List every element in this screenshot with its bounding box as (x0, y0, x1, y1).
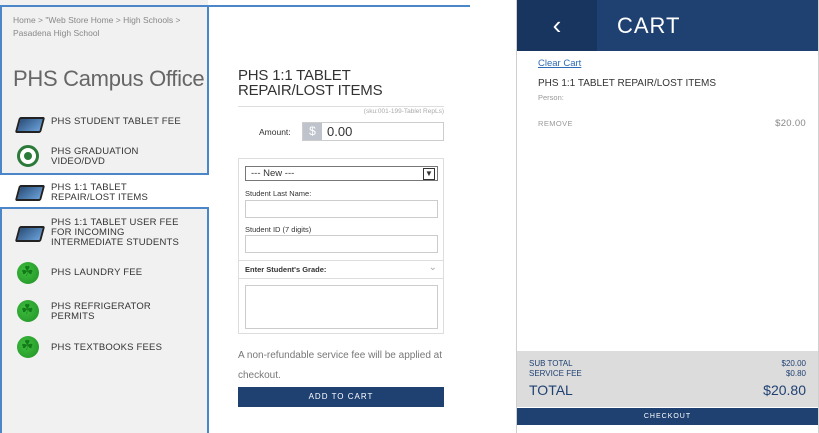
total-row: TOTAL $20.80 (529, 382, 806, 398)
back-button[interactable]: ‹ (517, 0, 597, 51)
person-select-value: --- New --- (251, 168, 295, 179)
chevron-down-icon: ⌄ (428, 262, 437, 273)
store-title: PHS Campus Office (13, 66, 205, 91)
sidebar-item-label: PHS STUDENT TABLET FEE (51, 116, 181, 127)
dollar-icon: $ (303, 123, 322, 140)
student-form: --- New --- ▼ Student Last Name: Student… (238, 158, 444, 334)
service-fee-label: SERVICE FEE (529, 369, 582, 378)
checkout-button[interactable]: CHECKOUT (517, 408, 818, 425)
grade-label: Enter Student's Grade: (245, 265, 327, 274)
last-name-label: Student Last Name: (245, 189, 312, 198)
student-id-label: Student ID (7 digits) (245, 225, 312, 234)
sidebar-item-textbooks-fees[interactable]: PHS TEXTBOOKS FEES (0, 336, 208, 360)
sidebar-item-tablet-repair[interactable]: PHS 1:1 TABLET REPAIR/LOST ITEMS (0, 175, 210, 207)
sidebar-item-label: PHS TEXTBOOKS FEES (51, 342, 163, 353)
sidebar-item-graduation-video[interactable]: PHS GRADUATION VIDEO/DVD (0, 143, 208, 173)
remove-item-link[interactable]: REMOVE (538, 119, 573, 128)
total-label: TOTAL (529, 382, 573, 398)
cart-header: ‹ CART (517, 0, 818, 51)
leaf-icon (17, 300, 41, 322)
total-value: $20.80 (763, 382, 806, 398)
product-title: PHS 1:1 TABLET REPAIR/LOST ITEMS (238, 67, 383, 99)
cart-item-name: PHS 1:1 TABLET REPAIR/LOST ITEMS (538, 78, 717, 89)
grade-dropdown[interactable]: Enter Student's Grade: ⌄ (239, 260, 443, 279)
store-panel: Home > "Web Store Home > High Schools > … (0, 0, 470, 433)
person-select[interactable]: --- New --- ▼ (245, 166, 438, 181)
service-fee-row: SERVICE FEE $0.80 (529, 369, 806, 378)
sidebar-item-label: PHS LAUNDRY FEE (51, 267, 143, 278)
add-to-cart-button[interactable]: ADD TO CART (238, 387, 444, 407)
cart-totals: SUB TOTAL $20.00 SERVICE FEE $0.80 TOTAL… (517, 351, 818, 407)
sidebar-item-label: PHS 1:1 TABLET REPAIR/LOST ITEMS (51, 182, 149, 203)
service-fee-note: A non-refundable service fee will be app… (238, 350, 443, 381)
tablet-icon (14, 181, 46, 201)
cart-footer (517, 425, 818, 433)
subtotal-value: $20.00 (781, 359, 806, 368)
leaf-icon (17, 336, 41, 358)
clear-cart-link[interactable]: Clear Cart (538, 58, 581, 69)
sidebar-item-student-tablet-fee[interactable]: PHS STUDENT TABLET FEE (0, 111, 208, 135)
amount-field[interactable]: $ (302, 122, 444, 141)
subtotal-label: SUB TOTAL (529, 359, 573, 368)
last-name-input[interactable] (245, 200, 438, 218)
chevron-down-icon: ▼ (423, 168, 435, 180)
school-seal-icon (17, 145, 41, 167)
product-sku: (sku:001-199-Tablet RepLs) (238, 106, 444, 115)
sidebar-item-label: PHS REFRIGERATOR PERMITS (51, 301, 151, 322)
sidebar-item-refrigerator-permits[interactable]: PHS REFRIGERATOR PERMITS (0, 298, 208, 324)
tablet-icon (14, 222, 46, 242)
cart-panel: ‹ CART Clear Cart PHS 1:1 TABLET REPAIR/… (516, 0, 819, 433)
cart-item-price: $20.00 (775, 118, 806, 129)
sidebar-item-tablet-user-fee[interactable]: PHS 1:1 TABLET USER FEE FOR INCOMING INT… (0, 216, 208, 252)
sidebar-item-laundry-fee[interactable]: PHS LAUNDRY FEE (0, 261, 208, 285)
tablet-icon (14, 113, 46, 133)
amount-label: Amount: (259, 127, 291, 137)
sidebar-item-label: PHS GRADUATION VIDEO/DVD (51, 146, 139, 167)
category-sidebar: Home > "Web Store Home > High Schools > … (0, 0, 210, 433)
selection-frame-top (0, 5, 470, 7)
breadcrumb[interactable]: Home > "Web Store Home > High Schools > … (13, 14, 198, 40)
amount-input[interactable] (325, 123, 437, 140)
cart-title: CART (617, 13, 681, 38)
student-id-input[interactable] (245, 235, 438, 253)
subtotal-row: SUB TOTAL $20.00 (529, 359, 806, 368)
chevron-left-icon: ‹ (552, 10, 562, 40)
sidebar-item-label: PHS 1:1 TABLET USER FEE FOR INCOMING INT… (51, 217, 180, 248)
service-fee-value: $0.80 (785, 369, 806, 378)
leaf-icon (17, 262, 41, 284)
notes-textarea[interactable] (245, 285, 438, 329)
cart-item-person: Person: (538, 93, 564, 102)
